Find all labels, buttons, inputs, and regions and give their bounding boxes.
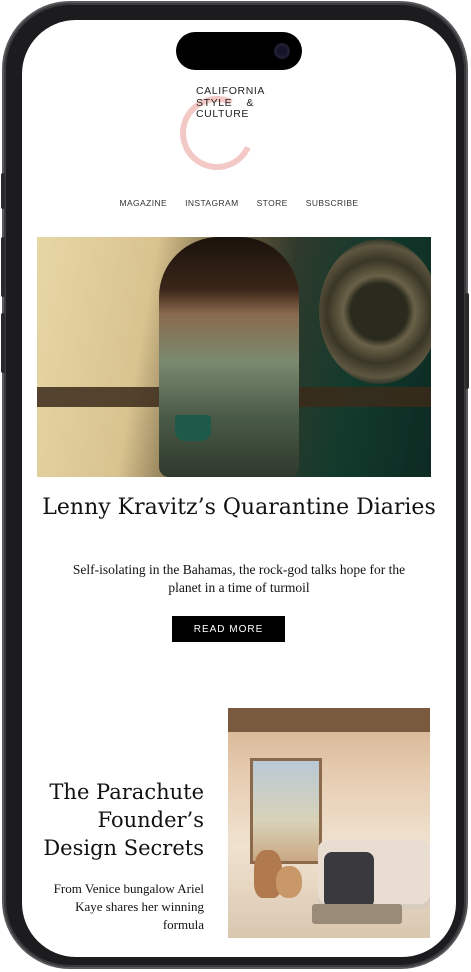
camera-icon xyxy=(274,43,290,59)
site-logo[interactable]: CALIFORNIA STYLE & CULTURE xyxy=(169,82,290,192)
action-button xyxy=(1,173,5,209)
throw-blanket xyxy=(324,852,374,908)
feature-subtitle: Self-isolating in the Bahamas, the rock-… xyxy=(72,562,406,595)
second-article-subtitle: From Venice bungalow Ariel Kaye shares h… xyxy=(53,881,204,932)
ceiling-beam xyxy=(228,708,430,732)
nav-item-subscribe[interactable]: SUBSCRIBE xyxy=(306,198,359,208)
screen: CALIFORNIA STYLE & CULTURE MAGAZINE INST… xyxy=(22,20,456,957)
read-more-button[interactable]: READ MORE xyxy=(172,616,285,642)
hero-person xyxy=(159,237,299,477)
second-article-image[interactable] xyxy=(228,708,430,938)
main-nav: MAGAZINE INSTAGRAM STORE SUBSCRIBE xyxy=(22,198,456,208)
feature-headline[interactable]: Lenny Kravitz’s Quarantine Diaries xyxy=(22,494,456,521)
vase-short xyxy=(276,866,302,898)
volume-down-button xyxy=(1,313,5,373)
feature-image[interactable] xyxy=(37,237,431,477)
second-article-headline[interactable]: The Parachute Founder’s Design Secrets xyxy=(34,778,204,862)
coffee-table xyxy=(312,904,402,924)
nav-item-magazine[interactable]: MAGAZINE xyxy=(120,198,168,208)
hero-mug xyxy=(175,415,211,441)
logo-text: CALIFORNIA STYLE & CULTURE xyxy=(196,85,266,120)
phone-frame: CALIFORNIA STYLE & CULTURE MAGAZINE INST… xyxy=(1,3,469,967)
volume-up-button xyxy=(1,237,5,297)
hero-mirror xyxy=(319,239,431,384)
nav-item-store[interactable]: STORE xyxy=(257,198,288,208)
nav-item-instagram[interactable]: INSTAGRAM xyxy=(185,198,239,208)
doorway xyxy=(250,758,322,864)
dynamic-island xyxy=(176,32,302,70)
power-button xyxy=(465,293,469,389)
